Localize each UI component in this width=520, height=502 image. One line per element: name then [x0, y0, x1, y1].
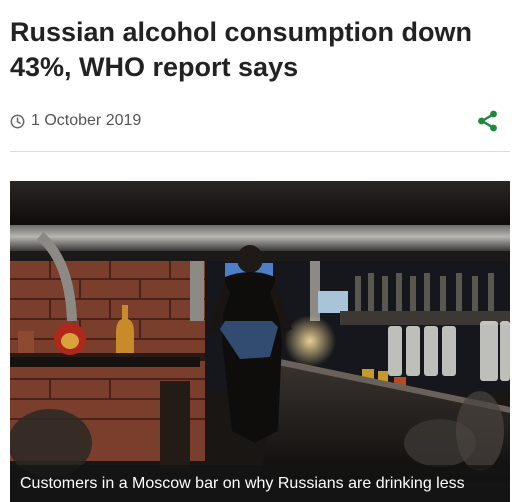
divider: [10, 151, 510, 152]
article-headline: Russian alcohol consumption down 43%, WH…: [10, 17, 473, 82]
article-date: 1 October 2019: [10, 112, 141, 130]
bar-scene-image: [10, 181, 510, 502]
article-date-text: 1 October 2019: [31, 112, 142, 129]
video-caption: Customers in a Moscow bar on why Russian…: [10, 465, 510, 502]
clock-icon: [10, 114, 25, 129]
video-player[interactable]: Customers in a Moscow bar on why Russian…: [10, 181, 510, 502]
share-icon[interactable]: [476, 109, 500, 133]
article-meta: 1 October 2019: [10, 108, 500, 134]
